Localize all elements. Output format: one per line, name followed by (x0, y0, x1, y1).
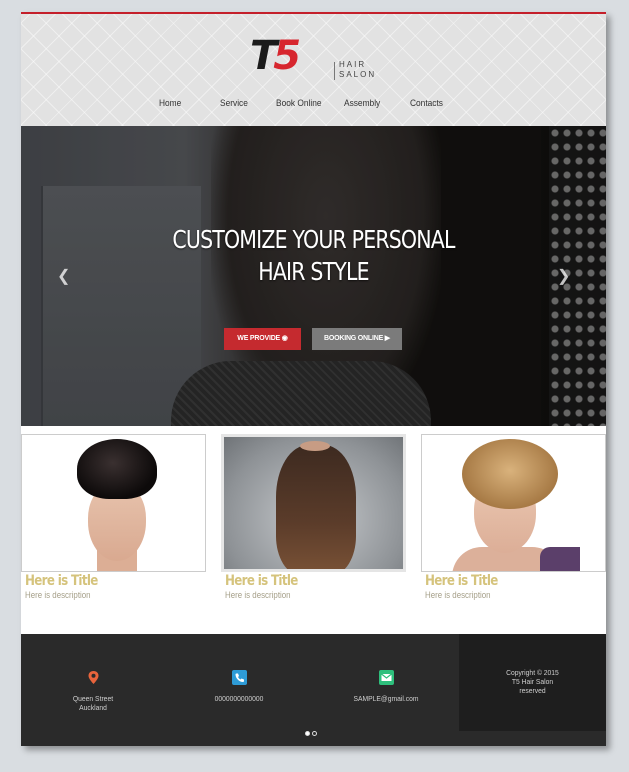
logo[interactable]: T5 HAIR SALON (250, 34, 390, 80)
nav-home[interactable]: Home (159, 98, 181, 109)
card-title[interactable]: Here is Title (425, 573, 579, 589)
header: T5 HAIR SALON Home Service Book Online A… (21, 14, 606, 126)
main-nav: Home Service Book Online Assembly Contac… (21, 98, 606, 118)
card-title[interactable]: Here is Title (225, 573, 379, 589)
page-frame: T5 HAIR SALON Home Service Book Online A… (21, 12, 606, 746)
location-pin-icon (86, 670, 101, 685)
card-image (421, 434, 606, 572)
card-title[interactable]: Here is Title (25, 573, 179, 589)
envelope-icon (378, 670, 394, 685)
nav-contacts[interactable]: Contacts (410, 98, 443, 109)
footer-address: Queen Street Auckland (33, 670, 153, 712)
card-description: Here is description (225, 590, 291, 600)
card-image (221, 434, 406, 572)
phone-icon (231, 670, 247, 685)
nav-book-online[interactable]: Book Online (276, 98, 322, 109)
footer-phone: 0000000000000 (179, 670, 299, 703)
carousel-dot-active[interactable] (305, 731, 310, 736)
footer: Queen Street Auckland 0000000000000 SAMP… (21, 634, 606, 746)
service-card-2[interactable]: Here is Title Here is description (221, 434, 406, 600)
service-card-1[interactable]: Here is Title Here is description (21, 434, 206, 600)
copyright-text: Copyright © 2015 T5 Hair Salon reserved (506, 668, 559, 695)
carousel-dot[interactable] (312, 731, 317, 736)
hero-title: CUSTOMIZE YOUR PERSONAL HAIR STYLE (172, 225, 455, 286)
logo-subtitle: HAIR SALON (339, 60, 377, 79)
carousel-dots (305, 723, 319, 741)
hero-slider: CUSTOMIZE YOUR PERSONAL HAIR STYLE ❮ ❯ W… (21, 126, 606, 426)
nav-service[interactable]: Service (220, 98, 248, 109)
nav-assembly[interactable]: Assembly (344, 98, 380, 109)
chevron-right-icon[interactable]: ❯ (557, 266, 570, 286)
service-card-3[interactable]: Here is Title Here is description (421, 434, 606, 600)
we-provide-button[interactable]: WE PROVIDE ◉ (224, 328, 301, 350)
booking-online-button[interactable]: BOOKING ONLINE ▶ (312, 328, 402, 350)
logo-mark: T5 (250, 33, 301, 79)
card-description: Here is description (25, 590, 91, 600)
copyright-box: Copyright © 2015 T5 Hair Salon reserved (459, 634, 606, 731)
chevron-left-icon[interactable]: ❮ (57, 266, 70, 286)
eye-icon: ◉ (281, 335, 288, 342)
footer-email[interactable]: SAMPLE@gmail.com (326, 670, 446, 703)
play-icon: ▶ (384, 335, 390, 342)
card-description: Here is description (425, 590, 491, 600)
card-image (21, 434, 206, 572)
logo-divider (334, 62, 335, 80)
